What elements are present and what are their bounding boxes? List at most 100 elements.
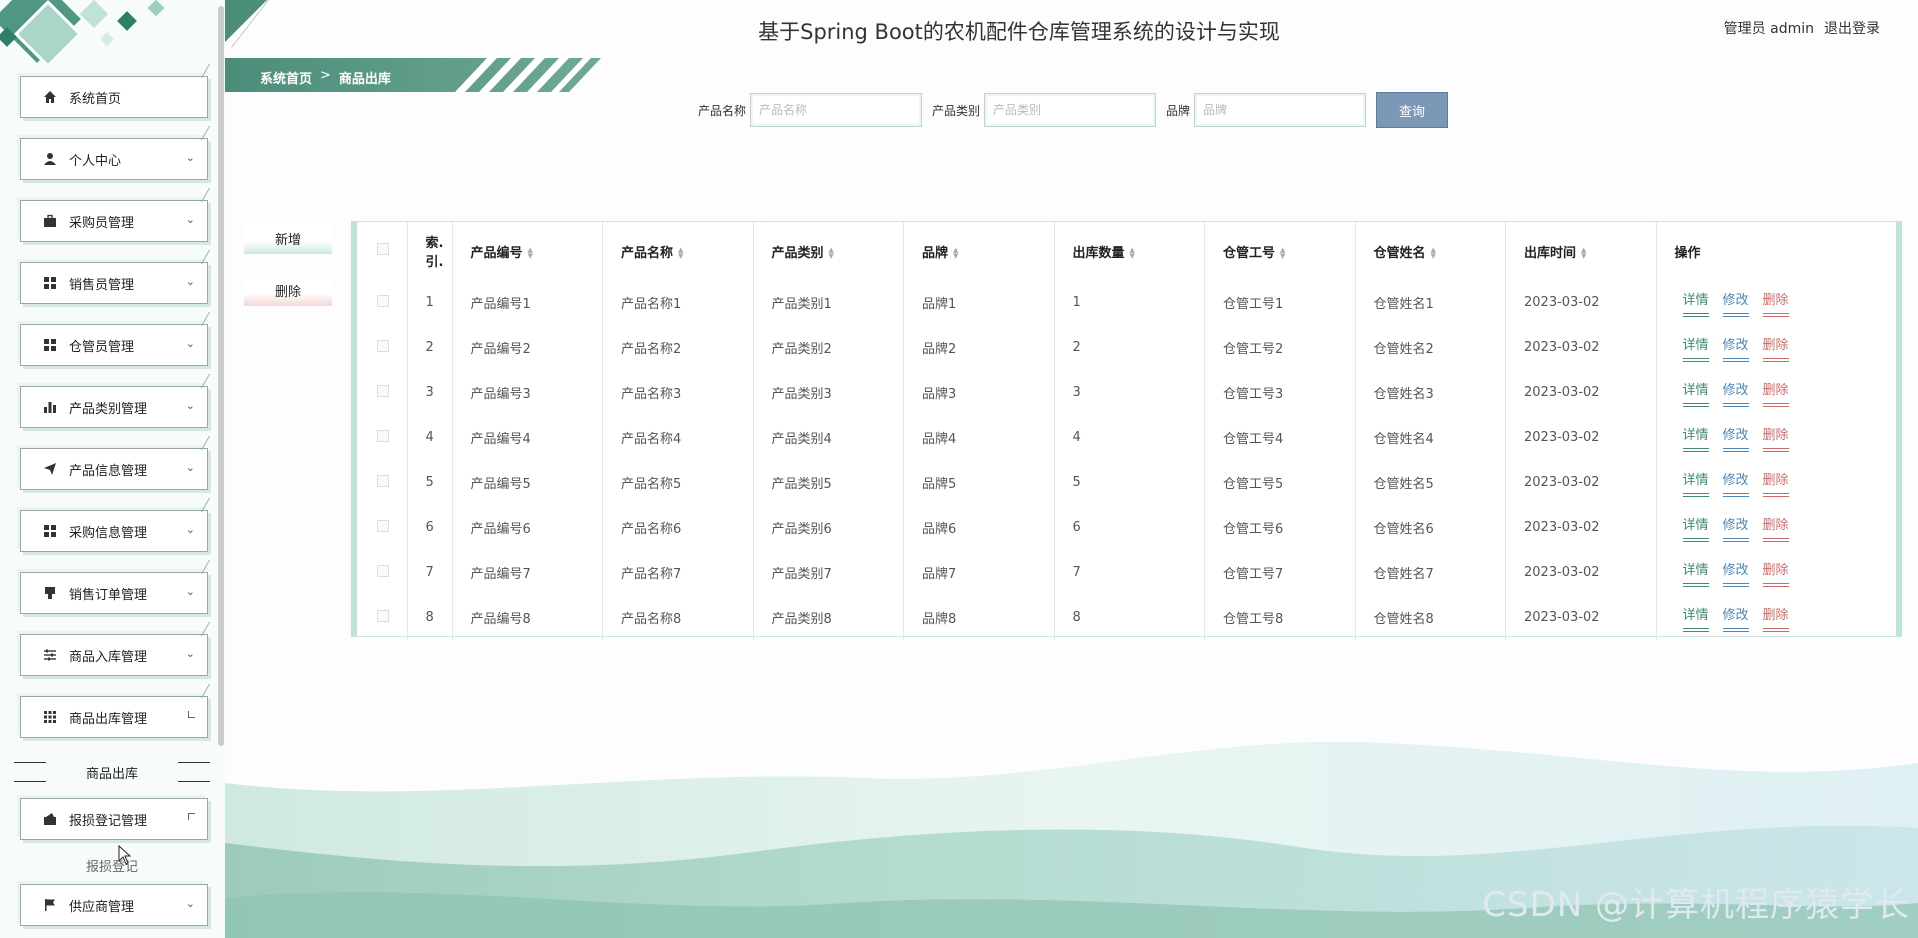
sort-icon[interactable]: ▲ ▼ bbox=[1581, 247, 1589, 260]
sort-icon[interactable]: ▲ ▼ bbox=[953, 247, 961, 260]
detail-link[interactable]: 详情 bbox=[1682, 334, 1709, 362]
breadcrumb-home[interactable]: 系统首页 bbox=[260, 68, 312, 87]
edit-link[interactable]: 修改 bbox=[1722, 469, 1749, 497]
delete-button[interactable]: 删除 bbox=[244, 274, 332, 306]
cell-product-code: 产品编号1 bbox=[452, 280, 603, 325]
product-name-label: 产品名称 bbox=[698, 103, 747, 118]
product-category-input[interactable] bbox=[984, 93, 1157, 127]
product-name-input[interactable] bbox=[750, 93, 923, 127]
sidebar-item-salesperson[interactable]: 销售员管理 ⌄ bbox=[20, 262, 208, 304]
column-header-operations: 操作 bbox=[1674, 245, 1701, 261]
column-header-label: 产品类别 bbox=[771, 245, 824, 261]
column-header-quantity[interactable]: 出库数量 ▲ ▼ bbox=[1054, 222, 1205, 280]
cell-keeper-id: 仓管工号1 bbox=[1204, 280, 1356, 325]
delete-link[interactable]: 删除 bbox=[1762, 334, 1789, 362]
detail-link[interactable]: 详情 bbox=[1682, 604, 1709, 632]
delete-link[interactable]: 删除 bbox=[1762, 424, 1789, 452]
brand-input[interactable] bbox=[1194, 93, 1367, 127]
cell-index: 2 bbox=[407, 325, 453, 370]
corner-icon bbox=[188, 813, 195, 820]
cell-operations: 详情 修改 删除 bbox=[1656, 325, 1896, 370]
column-header-keeper-name[interactable]: 仓管姓名 ▲ ▼ bbox=[1355, 222, 1506, 280]
edit-link[interactable]: 修改 bbox=[1722, 604, 1749, 632]
detail-link[interactable]: 详情 bbox=[1682, 289, 1709, 317]
delete-link[interactable]: 删除 bbox=[1762, 379, 1789, 407]
row-select-cell bbox=[357, 415, 408, 460]
detail-link[interactable]: 详情 bbox=[1682, 424, 1709, 452]
cell-operations: 详情 修改 删除 bbox=[1656, 460, 1896, 505]
detail-link[interactable]: 详情 bbox=[1682, 379, 1709, 407]
query-button[interactable]: 查询 bbox=[1376, 92, 1449, 128]
column-header-brand[interactable]: 品牌 ▲ ▼ bbox=[903, 222, 1055, 280]
cell-product-name: 产品名称3 bbox=[602, 370, 754, 415]
cell-product-code: 产品编号5 bbox=[452, 460, 603, 505]
sidebar-item-supplier[interactable]: 供应商管理 ⌄ bbox=[20, 884, 208, 926]
column-header-out-time[interactable]: 出库时间 ▲ ▼ bbox=[1505, 222, 1657, 280]
detail-link[interactable]: 详情 bbox=[1682, 559, 1709, 587]
cell-keeper-name: 仓管姓名1 bbox=[1355, 280, 1506, 325]
cell-quantity: 4 bbox=[1054, 415, 1205, 460]
row-checkbox[interactable] bbox=[377, 609, 389, 622]
sidebar-item-loss-report[interactable]: 报损登记管理 bbox=[20, 798, 208, 840]
sort-icon[interactable]: ▲ ▼ bbox=[1431, 247, 1439, 260]
sidebar-item-home[interactable]: 系统首页 bbox=[20, 76, 208, 118]
edit-link[interactable]: 修改 bbox=[1722, 334, 1749, 362]
sort-icon[interactable]: ▲ ▼ bbox=[528, 247, 536, 260]
sliders-icon bbox=[43, 648, 57, 662]
sidebar-item-sales-order[interactable]: 销售订单管理 ⌄ bbox=[20, 572, 208, 614]
sort-icon[interactable]: ▲ ▼ bbox=[1130, 247, 1138, 260]
edit-link[interactable]: 修改 bbox=[1722, 559, 1749, 587]
sidebar-item-purchase-info[interactable]: 采购信息管理 ⌄ bbox=[20, 510, 208, 552]
edit-link[interactable]: 修改 bbox=[1722, 379, 1749, 407]
row-checkbox[interactable] bbox=[377, 474, 389, 487]
detail-link[interactable]: 详情 bbox=[1682, 469, 1709, 497]
row-checkbox[interactable] bbox=[377, 564, 389, 577]
sidebar-item-stock-out[interactable]: 商品出库管理 bbox=[20, 696, 208, 738]
logout-link[interactable]: 退出登录 bbox=[1824, 18, 1880, 38]
sidebar-item-purchaser[interactable]: 采购员管理 ⌄ bbox=[20, 200, 208, 242]
cell-operations: 详情 修改 删除 bbox=[1656, 415, 1896, 460]
sort-icon[interactable]: ▲ ▼ bbox=[678, 247, 686, 260]
sidebar-item-personal-center[interactable]: 个人中心 ⌄ bbox=[20, 138, 208, 180]
row-checkbox[interactable] bbox=[377, 384, 389, 397]
briefcase-icon bbox=[43, 214, 57, 228]
delete-link[interactable]: 删除 bbox=[1762, 559, 1789, 587]
delete-link[interactable]: 删除 bbox=[1762, 289, 1789, 317]
column-header-keeper-id[interactable]: 仓管工号 ▲ ▼ bbox=[1204, 222, 1356, 280]
column-header-product-code[interactable]: 产品编号 ▲ ▼ bbox=[452, 222, 603, 280]
submenu-item-stock-out[interactable]: 商品出库 bbox=[14, 756, 210, 788]
row-checkbox[interactable] bbox=[377, 519, 389, 532]
sidebar-item-product-category[interactable]: 产品类别管理 ⌄ bbox=[20, 386, 208, 428]
select-all-checkbox[interactable] bbox=[377, 243, 389, 255]
watermark: CSDN @计算机程序猿学长 bbox=[1482, 885, 1910, 925]
column-header-product-category[interactable]: 产品类别 ▲ ▼ bbox=[753, 222, 904, 280]
cell-keeper-id: 仓管工号7 bbox=[1204, 550, 1356, 595]
cell-brand: 品牌6 bbox=[903, 505, 1055, 550]
cell-product-code: 产品编号4 bbox=[452, 415, 603, 460]
chevron-down-icon: ⌄ bbox=[185, 337, 195, 350]
breadcrumb-separator: > bbox=[320, 68, 331, 83]
row-select-cell bbox=[357, 505, 408, 550]
cell-out-time: 2023-03-02 bbox=[1505, 370, 1657, 415]
sidebar-item-label: 供应商管理 bbox=[69, 899, 135, 915]
edit-link[interactable]: 修改 bbox=[1722, 424, 1749, 452]
row-checkbox[interactable] bbox=[377, 429, 389, 442]
submenu-item-loss-report[interactable]: 报损登记 bbox=[14, 858, 210, 873]
column-header-product-name[interactable]: 产品名称 ▲ ▼ bbox=[602, 222, 754, 280]
column-header-index-line: 引. bbox=[425, 255, 444, 270]
add-button[interactable]: 新增 bbox=[244, 222, 332, 254]
delete-link[interactable]: 删除 bbox=[1762, 469, 1789, 497]
stock-out-table: 索. 引. 产品编号 ▲ ▼ 产品名称 ▲ ▼ 产品类别 ▲ ▼ 品牌 ▲ ▼ 出库数量 ▲ ▼ 仓… bbox=[351, 221, 1902, 640]
sidebar-item-product-info[interactable]: 产品信息管理 ⌄ bbox=[20, 448, 208, 490]
row-checkbox[interactable] bbox=[377, 294, 389, 307]
detail-link[interactable]: 详情 bbox=[1682, 514, 1709, 542]
sidebar-item-stock-in[interactable]: 商品入库管理 ⌄ bbox=[20, 634, 208, 676]
sidebar-item-warehouse-keeper[interactable]: 仓管员管理 ⌄ bbox=[20, 324, 208, 366]
sort-icon[interactable]: ▲ ▼ bbox=[1280, 247, 1288, 260]
sort-icon[interactable]: ▲ ▼ bbox=[829, 247, 837, 260]
row-checkbox[interactable] bbox=[377, 339, 389, 352]
edit-link[interactable]: 修改 bbox=[1722, 289, 1749, 317]
delete-link[interactable]: 删除 bbox=[1762, 604, 1789, 632]
edit-link[interactable]: 修改 bbox=[1722, 514, 1749, 542]
delete-link[interactable]: 删除 bbox=[1762, 514, 1789, 542]
